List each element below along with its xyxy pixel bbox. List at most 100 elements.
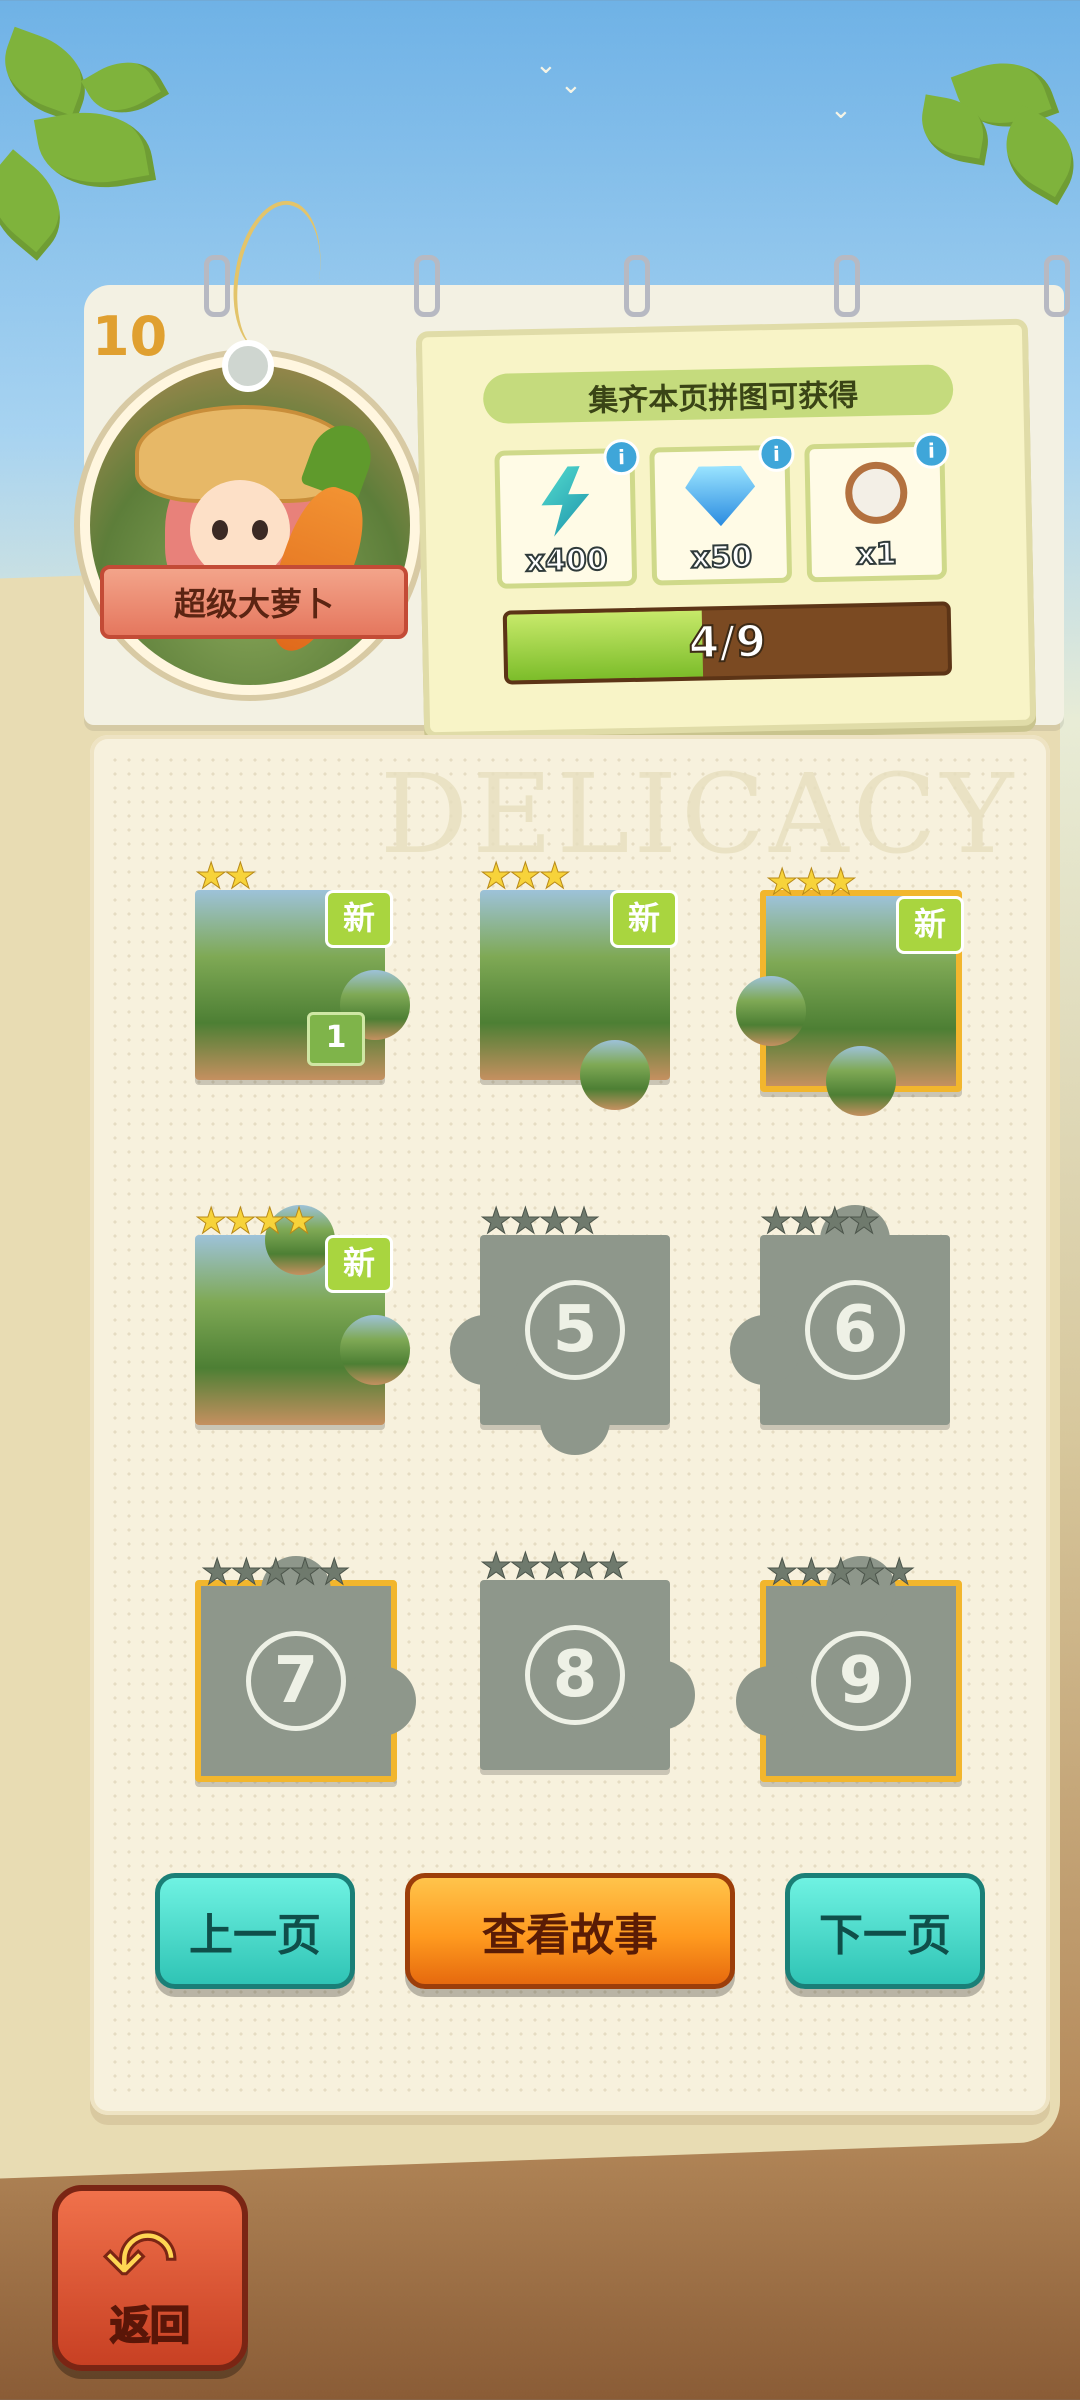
puzzle-piece[interactable]: ★★★ 新	[479, 856, 678, 1110]
prev-page-button[interactable]: 上一页	[155, 1873, 355, 1989]
star-icon: ★	[538, 1201, 571, 1243]
star-icon: ★	[538, 856, 571, 898]
puzzle-tab	[580, 1040, 650, 1110]
progress-text: 4/9	[687, 615, 767, 670]
star-rating: ★★★★★	[765, 1552, 916, 1594]
star-icon: ★	[318, 1552, 351, 1594]
puzzle-tab	[450, 1315, 520, 1385]
puzzle-tab	[826, 1046, 896, 1116]
puzzle-tab	[625, 1660, 695, 1730]
star-icon: ★	[795, 1552, 828, 1594]
star-icon: ★	[765, 862, 798, 904]
piece-number: 8	[525, 1625, 625, 1725]
bird-icon: ⌄	[830, 95, 852, 125]
star-icon: ★	[538, 1546, 571, 1588]
piece-number: 5	[525, 1280, 625, 1380]
star-icon: ★	[479, 856, 512, 898]
chapter-number: 10	[92, 305, 168, 368]
star-icon: ★	[253, 1201, 286, 1243]
star-icon: ★	[818, 1201, 851, 1243]
star-icon: ★	[567, 1546, 600, 1588]
reward-panel: 集齐本页拼图可获得 x400 i x50 i x1 i 4/9	[415, 318, 1037, 739]
star-icon: ★	[479, 1201, 512, 1243]
star-rating: ★★★★	[759, 1201, 880, 1243]
star-rating: ★★★	[765, 862, 857, 904]
puzzle-piece[interactable]: ★★★★ 新	[194, 1201, 410, 1425]
new-badge: 新	[325, 1235, 393, 1293]
star-icon: ★	[288, 1552, 321, 1594]
star-icon: ★	[200, 1552, 233, 1594]
star-rating: ★★	[194, 856, 257, 898]
stopwatch-icon	[844, 461, 908, 525]
binder-ring	[204, 255, 230, 317]
star-icon: ★	[795, 862, 828, 904]
info-icon[interactable]: i	[913, 432, 950, 470]
star-icon: ★	[230, 1552, 263, 1594]
star-rating: ★★★★★	[479, 1546, 630, 1588]
page-watermark: DELICACY	[380, 750, 1018, 878]
star-rating: ★★★★★	[200, 1552, 351, 1594]
puzzle-piece[interactable]: ★★★★★ 9	[736, 1552, 962, 1782]
piece-count-badge: 1	[307, 1012, 365, 1066]
reward-item-energy[interactable]: x400 i	[494, 438, 640, 589]
star-icon: ★	[509, 1201, 542, 1243]
puzzle-tab	[736, 1666, 806, 1736]
lightning-icon	[535, 466, 596, 537]
tag-ring	[222, 340, 274, 392]
back-button[interactable]: ↶ 返回	[52, 2185, 248, 2371]
star-icon: ★	[282, 1201, 315, 1243]
puzzle-piece[interactable]: ★★★★★ 8	[479, 1546, 695, 1770]
puzzle-piece[interactable]: ★★★★ 6	[730, 1201, 950, 1425]
reward-qty: x50	[690, 538, 754, 576]
next-page-button[interactable]: 下一页	[785, 1873, 985, 1989]
star-icon: ★	[479, 1546, 512, 1588]
star-icon: ★	[224, 856, 257, 898]
info-icon[interactable]: i	[603, 438, 640, 476]
star-icon: ★	[224, 1201, 257, 1243]
star-icon: ★	[567, 1201, 600, 1243]
diamond-icon	[685, 465, 756, 526]
puzzle-piece[interactable]: ★★★★★ 7	[195, 1552, 416, 1782]
puzzle-tab	[540, 1385, 610, 1455]
star-icon: ★	[509, 1546, 542, 1588]
star-icon: ★	[853, 1552, 886, 1594]
puzzle-piece[interactable]: ★★★★ 5	[450, 1201, 670, 1455]
reward-item-diamond[interactable]: x50 i	[649, 435, 795, 586]
puzzle-piece[interactable]: ★★★ 新	[736, 862, 964, 1116]
new-badge: 新	[325, 890, 393, 948]
reward-qty: x400	[524, 541, 609, 580]
info-icon[interactable]: i	[758, 435, 795, 473]
puzzle-tab	[730, 1315, 800, 1385]
puzzle-piece[interactable]: ★★ 新 1	[194, 856, 410, 1080]
star-rating: ★★★★	[479, 1201, 600, 1243]
chapter-character-card	[80, 355, 420, 695]
chapter-name: 超级大萝卜	[173, 585, 334, 623]
star-icon: ★	[194, 856, 227, 898]
piece-number: 9	[811, 1631, 911, 1731]
star-icon: ★	[847, 1201, 880, 1243]
binder-ring	[624, 255, 650, 317]
bird-icon: ⌄	[560, 70, 582, 100]
reward-qty: x1	[855, 535, 898, 573]
star-icon: ★	[194, 1201, 227, 1243]
puzzle-tab	[736, 976, 806, 1046]
new-badge: 新	[610, 890, 678, 948]
star-icon: ★	[824, 862, 857, 904]
collection-progress-bar: 4/9	[502, 601, 953, 685]
puzzle-tab	[340, 1315, 410, 1385]
star-icon: ★	[259, 1552, 292, 1594]
star-icon: ★	[824, 1552, 857, 1594]
piece-number: 7	[246, 1631, 346, 1731]
piece-number: 6	[805, 1280, 905, 1380]
binder-ring	[834, 255, 860, 317]
binder-ring	[1044, 255, 1070, 317]
star-icon: ★	[597, 1546, 630, 1588]
star-rating: ★★★	[479, 856, 571, 898]
bird-icon: ⌄	[535, 50, 557, 80]
binder-ring	[414, 255, 440, 317]
star-icon: ★	[883, 1552, 916, 1594]
view-story-button[interactable]: 查看故事	[405, 1873, 735, 1989]
star-icon: ★	[789, 1201, 822, 1243]
star-rating: ★★★★	[194, 1201, 315, 1243]
reward-item-stopwatch[interactable]: x1 i	[804, 432, 950, 583]
